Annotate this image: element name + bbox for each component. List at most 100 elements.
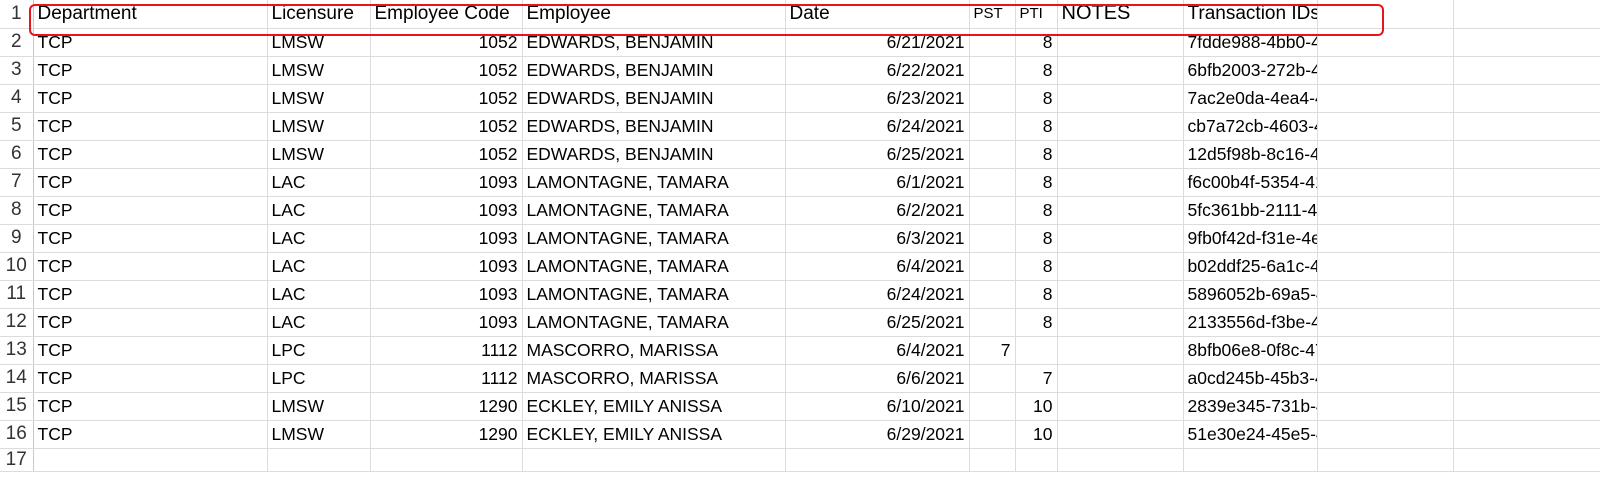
cell-pst[interactable] [969,280,1016,309]
cell-employee-code[interactable]: 1052 [370,28,523,57]
cell-transaction-id[interactable]: a0cd245b-45b3-467b-b9a9-9ec6bd6860e5 [1183,364,1318,393]
cell-pst[interactable] [969,168,1016,197]
empty-cell[interactable] [1317,196,1454,225]
column-header-notes[interactable]: NOTES [1057,0,1184,29]
cell-licensure[interactable]: LMSW [267,28,371,57]
empty-cell[interactable] [1453,392,1600,421]
empty-cell[interactable] [1453,224,1600,253]
cell-pst[interactable] [969,196,1016,225]
cell-pst[interactable] [969,252,1016,281]
cell-employee[interactable]: MASCORRO, MARISSA [522,364,786,393]
row-number[interactable]: 9 [0,224,34,253]
cell-employee-code[interactable]: 1093 [370,280,523,309]
empty-cell[interactable] [1317,112,1454,141]
cell-employee[interactable]: EDWARDS, BENJAMIN [522,56,786,85]
cell-employee[interactable]: ECKLEY, EMILY ANISSA [522,392,786,421]
cell-pst[interactable] [969,56,1016,85]
cell-pti[interactable]: 8 [1015,196,1058,225]
cell-pti[interactable] [1015,336,1058,365]
cell-date[interactable] [785,448,970,472]
cell-date[interactable]: 6/24/2021 [785,280,970,309]
cell-notes[interactable] [1057,140,1184,169]
empty-header-cell[interactable] [1453,0,1600,29]
cell-employee-code[interactable]: 1093 [370,252,523,281]
cell-transaction-id[interactable]: 7fdde988-4bb0-4a1e-9266-87917ea0fa66 [1183,28,1318,57]
cell-transaction-id[interactable]: f6c00b4f-5354-41e0-8881-e31c5a85c333 [1183,168,1318,197]
cell-notes[interactable] [1057,168,1184,197]
column-header-employee-code[interactable]: Employee Code [370,0,523,29]
cell-department[interactable]: TCP [33,28,268,57]
row-number[interactable]: 17 [0,448,34,472]
empty-cell[interactable] [1453,28,1600,57]
cell-notes[interactable] [1057,196,1184,225]
cell-pst[interactable] [969,28,1016,57]
column-header-date[interactable]: Date [785,0,970,29]
cell-department[interactable]: TCP [33,168,268,197]
column-header-employee[interactable]: Employee [522,0,786,29]
cell-department[interactable]: TCP [33,224,268,253]
cell-pti[interactable]: 10 [1015,420,1058,449]
empty-cell[interactable] [1453,448,1600,472]
cell-date[interactable]: 6/24/2021 [785,112,970,141]
column-header-department[interactable]: Department [33,0,268,29]
cell-department[interactable] [33,448,268,472]
cell-licensure[interactable]: LMSW [267,140,371,169]
cell-date[interactable]: 6/10/2021 [785,392,970,421]
cell-pst[interactable] [969,364,1016,393]
empty-cell[interactable] [1317,168,1454,197]
cell-notes[interactable] [1057,280,1184,309]
cell-licensure[interactable]: LMSW [267,84,371,113]
row-number[interactable]: 12 [0,308,34,337]
cell-transaction-id[interactable]: 6bfb2003-272b-43c2-8585-826d314111ce [1183,56,1318,85]
empty-cell[interactable] [1453,280,1600,309]
cell-employee-code[interactable]: 1093 [370,308,523,337]
cell-department[interactable]: TCP [33,84,268,113]
cell-transaction-id[interactable]: 2133556d-f3be-432f-8afe-a68b63af1164 [1183,308,1318,337]
cell-notes[interactable] [1057,392,1184,421]
cell-transaction-id[interactable]: 2839e345-731b-4316-a109-a315ef989097 [1183,392,1318,421]
cell-transaction-id[interactable] [1183,448,1318,472]
row-number[interactable]: 15 [0,392,34,421]
row-number[interactable]: 16 [0,420,34,449]
cell-department[interactable]: TCP [33,252,268,281]
cell-pti[interactable]: 8 [1015,84,1058,113]
row-number[interactable]: 14 [0,364,34,393]
cell-notes[interactable] [1057,364,1184,393]
empty-cell[interactable] [1453,84,1600,113]
empty-cell[interactable] [1453,420,1600,449]
cell-transaction-id[interactable]: cb7a72cb-4603-44b7-9f7f-4d47150c087b [1183,112,1318,141]
empty-cell[interactable] [1453,196,1600,225]
cell-department[interactable]: TCP [33,280,268,309]
empty-cell[interactable] [1317,56,1454,85]
cell-employee[interactable]: EDWARDS, BENJAMIN [522,112,786,141]
empty-cell[interactable] [1317,28,1454,57]
cell-date[interactable]: 6/4/2021 [785,252,970,281]
cell-date[interactable]: 6/2/2021 [785,196,970,225]
column-header-transaction-ids[interactable]: Transaction IDs [1183,0,1318,29]
cell-employee[interactable]: LAMONTAGNE, TAMARA [522,308,786,337]
empty-cell[interactable] [1453,308,1600,337]
cell-pst[interactable] [969,308,1016,337]
cell-employee-code[interactable]: 1290 [370,392,523,421]
cell-pst[interactable] [969,448,1016,472]
cell-licensure[interactable]: LMSW [267,112,371,141]
cell-employee[interactable]: EDWARDS, BENJAMIN [522,84,786,113]
cell-transaction-id[interactable]: 7ac2e0da-4ea4-46ad-9fc1-a2b0abe084b2 [1183,84,1318,113]
cell-pti[interactable]: 8 [1015,168,1058,197]
empty-cell[interactable] [1317,140,1454,169]
cell-pst[interactable]: 7 [969,336,1016,365]
cell-date[interactable]: 6/29/2021 [785,420,970,449]
cell-pti[interactable]: 8 [1015,112,1058,141]
column-header-licensure[interactable]: Licensure [267,0,371,29]
cell-department[interactable]: TCP [33,140,268,169]
row-number[interactable]: 8 [0,196,34,225]
cell-employee-code[interactable] [370,448,523,472]
cell-pti[interactable]: 8 [1015,252,1058,281]
cell-department[interactable]: TCP [33,336,268,365]
cell-pst[interactable] [969,392,1016,421]
cell-employee-code[interactable]: 1112 [370,364,523,393]
cell-transaction-id[interactable]: 51e30e24-45e5-4c8f-9fa1-053808c6f859 [1183,420,1318,449]
row-number[interactable]: 3 [0,56,34,85]
cell-employee[interactable]: EDWARDS, BENJAMIN [522,140,786,169]
row-number[interactable]: 4 [0,84,34,113]
